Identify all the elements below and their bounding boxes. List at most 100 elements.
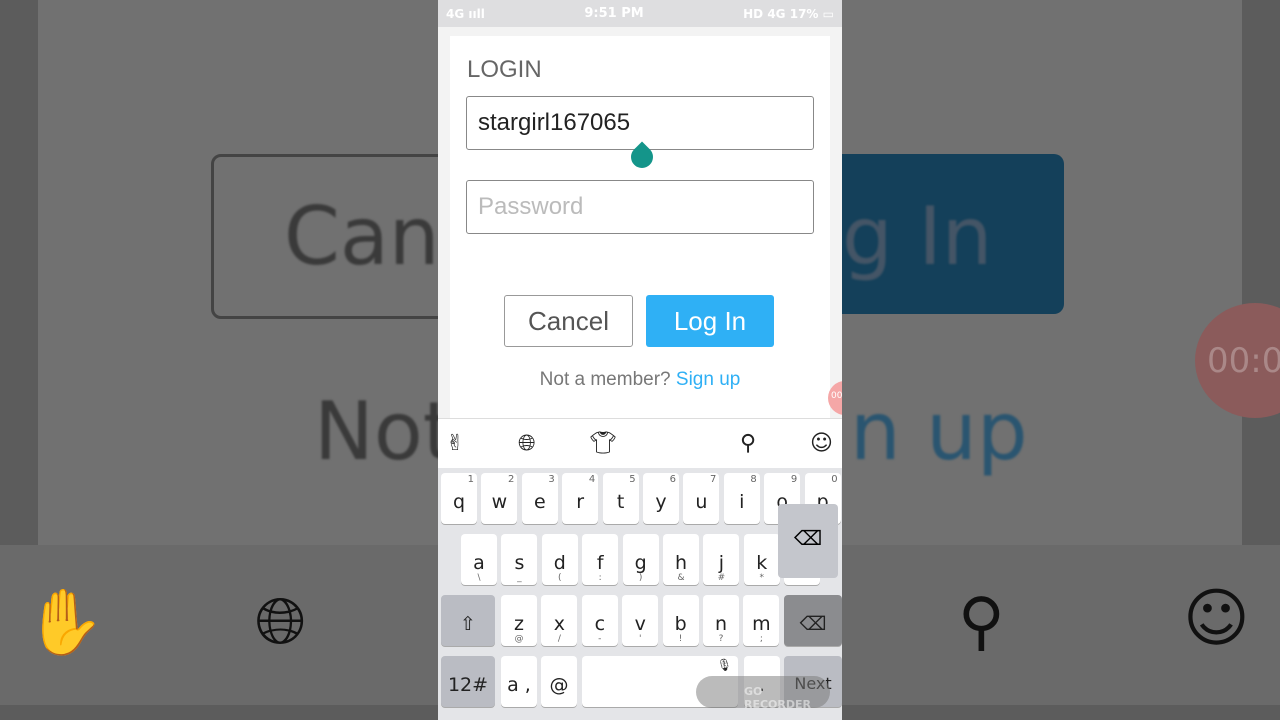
- key-label: m: [752, 613, 771, 635]
- key-label: c: [594, 613, 606, 635]
- status-bar: 4G ııll 9:51 PM HD 4G 17% ▭: [438, 0, 842, 27]
- key-hint: 9: [790, 474, 798, 485]
- key-s[interactable]: s _: [501, 534, 538, 585]
- key-m[interactable]: m;: [743, 595, 780, 646]
- login-card: LOGIN stargirl167065 Password Cancel Log…: [450, 36, 842, 418]
- recorder-timer[interactable]: 00:0: [828, 381, 842, 415]
- key-label: r: [576, 491, 585, 513]
- numbers-key[interactable]: 12#: [441, 656, 495, 707]
- key-hint: 3: [548, 474, 555, 485]
- page-title: LOGIN: [467, 56, 542, 83]
- key-label: j: [718, 552, 725, 574]
- key-hint: 6: [669, 474, 676, 485]
- key-hint: ': [638, 634, 642, 644]
- key-g[interactable]: g): [622, 534, 659, 585]
- key-z[interactable]: z @: [501, 595, 537, 646]
- key-hint: -: [598, 634, 602, 644]
- signal-indicator: 4G ııll: [446, 6, 485, 21]
- clock: 9:51 PM: [584, 6, 644, 21]
- key-y[interactable]: y6: [643, 473, 679, 524]
- key-hint: 5: [629, 474, 636, 485]
- key-label: q: [452, 491, 466, 513]
- password-input[interactable]: Password: [466, 180, 814, 234]
- key-x[interactable]: x /: [541, 595, 578, 646]
- key-a[interactable]: a \: [461, 534, 497, 585]
- status-right: HD 4G 17% ▭: [743, 6, 834, 21]
- key-q[interactable]: q1: [441, 473, 477, 524]
- signup-prompt: Not a member? Sign up: [539, 369, 741, 390]
- background-text: n up: [850, 385, 1028, 478]
- key-label: y: [655, 491, 667, 513]
- key-hint: :: [598, 573, 602, 583]
- background-search-icon: ⚲: [958, 585, 1005, 659]
- key-hint: ): [638, 573, 643, 583]
- key-b[interactable]: b!: [662, 595, 699, 646]
- key-w[interactable]: w2: [481, 473, 518, 524]
- phone-screen: 4G ııll 9:51 PM HD 4G 17% ▭ LOGIN stargi…: [438, 0, 842, 720]
- key-c[interactable]: c-: [581, 595, 618, 646]
- background-emoji-icon: ☺: [1183, 582, 1250, 656]
- key-hint: ;: [759, 634, 763, 644]
- key-label: u: [695, 491, 708, 513]
- key-e[interactable]: e3: [521, 473, 558, 524]
- key-hint: #: [717, 573, 726, 583]
- key-u[interactable]: u7: [683, 473, 720, 524]
- shift-key[interactable]: ⇧: [441, 595, 495, 646]
- at-key[interactable]: @: [541, 656, 577, 707]
- signup-link[interactable]: Sign up: [676, 369, 740, 390]
- key-label: f: [596, 552, 604, 574]
- background-globe-icon: 🌐︎: [255, 585, 307, 659]
- comma-key[interactable]: a ,: [501, 656, 537, 707]
- key-hint: *: [759, 573, 765, 583]
- key-label: n: [714, 613, 728, 635]
- background-touchpal-icon: ✋: [25, 586, 105, 660]
- key-n[interactable]: n?: [703, 595, 739, 646]
- background-text: g In: [842, 190, 993, 283]
- backspace-popup: ⌫: [778, 504, 838, 578]
- key-hint: &: [677, 573, 685, 583]
- key-hint: 7: [710, 474, 717, 485]
- background-text: Can: [284, 190, 440, 283]
- recorder-watermark: GO RECORDER: [696, 676, 830, 711]
- login-button[interactable]: Log In: [646, 295, 774, 347]
- key-label: g: [634, 552, 647, 574]
- key-f[interactable]: f:: [582, 534, 619, 585]
- emoji-icon[interactable]: ☺: [810, 431, 833, 456]
- key-label: z: [514, 613, 524, 635]
- key-i[interactable]: i8: [723, 473, 760, 524]
- key-label: b: [674, 613, 687, 635]
- key-hint: 1: [467, 474, 474, 485]
- search-icon[interactable]: ⚲: [740, 431, 756, 456]
- key-hint: _: [517, 573, 522, 583]
- key-r[interactable]: r4: [562, 473, 599, 524]
- key-label: d: [553, 552, 566, 574]
- key-h[interactable]: h &: [663, 534, 699, 585]
- key-t[interactable]: t5: [602, 473, 639, 524]
- key-hint: 2: [508, 474, 515, 485]
- key-label: h: [674, 552, 688, 574]
- keyboard: m;n?b!v'c-x/z@lk*j#h&g)f:d(s_a\p0o9i8u7y…: [438, 468, 842, 720]
- key-j[interactable]: j #: [703, 534, 740, 585]
- touchpal-icon[interactable]: ✌: [446, 431, 464, 456]
- theme-shirt-icon[interactable]: 👕︎: [589, 431, 617, 456]
- key-hint: ?: [718, 634, 724, 644]
- cancel-button[interactable]: Cancel: [504, 295, 633, 347]
- key-label: t: [616, 491, 625, 513]
- key-hint: 4: [588, 474, 596, 485]
- key-k[interactable]: k *: [743, 534, 780, 585]
- key-d[interactable]: d(: [541, 534, 578, 585]
- key-label: v: [634, 613, 646, 635]
- key-label: s: [514, 552, 525, 574]
- battery-icon: ▭: [822, 6, 834, 21]
- key-label: i: [739, 491, 745, 513]
- key-hint: 8: [750, 474, 757, 485]
- key-v[interactable]: v ': [622, 595, 659, 646]
- key-hint: \: [477, 573, 481, 583]
- backspace-key[interactable]: ⌫: [784, 595, 842, 646]
- key-hint: !: [678, 634, 683, 644]
- key-label: e: [533, 491, 546, 513]
- key-hint: 0: [831, 474, 838, 485]
- key-hint: @: [514, 634, 524, 644]
- globe-icon[interactable]: 🌐︎: [518, 431, 536, 456]
- key-label: x: [553, 613, 566, 635]
